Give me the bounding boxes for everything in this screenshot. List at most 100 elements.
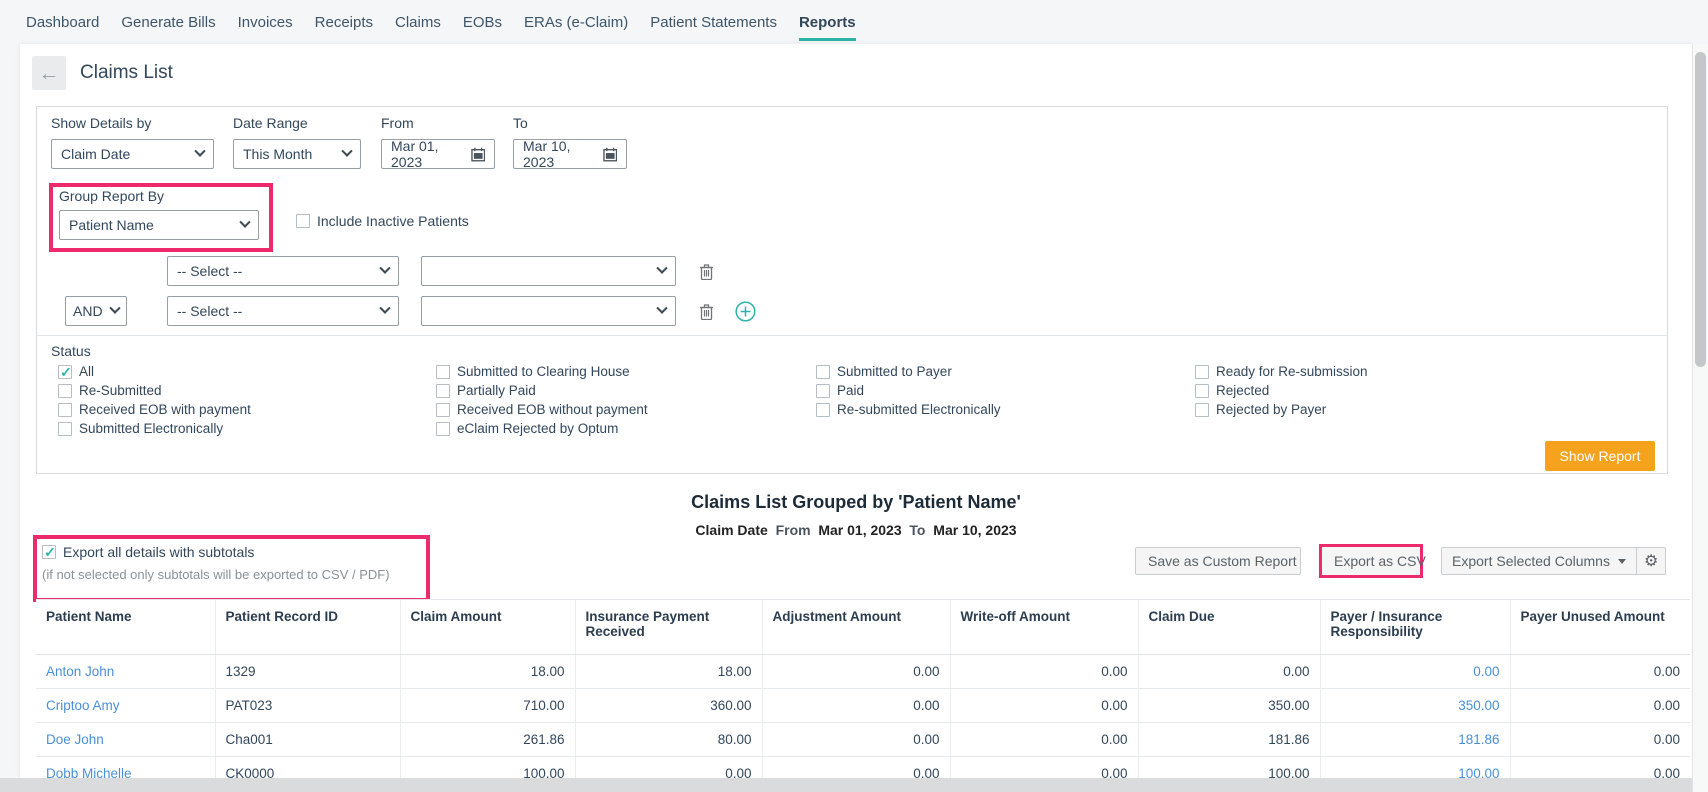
date-to-input[interactable]: Mar 10, 2023 — [513, 139, 627, 169]
caret-down-icon — [1618, 559, 1626, 564]
checkbox-box[interactable] — [816, 384, 830, 398]
status-checkbox-rejected-by-payer[interactable]: Rejected by Payer — [1195, 402, 1368, 417]
condition-1-value-select[interactable] — [421, 256, 676, 286]
checkbox-box[interactable] — [436, 403, 450, 417]
payer-responsibility-link[interactable]: 0.00 — [1320, 655, 1510, 689]
payer-responsibility-link[interactable]: 100.00 — [1320, 757, 1510, 779]
date-from-input[interactable]: Mar 01, 2023 — [381, 139, 495, 169]
col-header-claim-amount[interactable]: Claim Amount — [400, 600, 575, 655]
export-selected-columns-button[interactable]: Export Selected Columns — [1442, 548, 1636, 574]
include-inactive-patients-checkbox[interactable]: Include Inactive Patients — [296, 213, 469, 229]
status-checkbox-submitted-to-clearing-house[interactable]: Submitted to Clearing House — [436, 364, 648, 379]
col-header-write-off-amount[interactable]: Write-off Amount — [950, 600, 1138, 655]
col-header-claim-due[interactable]: Claim Due — [1138, 600, 1320, 655]
checkbox-box[interactable] — [436, 365, 450, 379]
status-checkbox-submitted-to-payer[interactable]: Submitted to Payer — [816, 364, 1001, 379]
include-inactive-patients-label: Include Inactive Patients — [317, 213, 469, 229]
patient-name-link[interactable]: Doe John — [36, 723, 215, 757]
col-header-insurance-payment-received[interactable]: Insurance Payment Received — [575, 600, 762, 655]
table-row: Criptoo Amy PAT023 710.00 360.00 0.00 0.… — [36, 689, 1690, 723]
nav-item-eras[interactable]: ERAs (e-Claim) — [524, 0, 628, 44]
claim-amount-cell: 100.00 — [400, 757, 575, 779]
col-header-patient-name[interactable]: Patient Name — [36, 600, 215, 655]
subtitle-from-value: Mar 01, 2023 — [818, 522, 901, 538]
col-header-patient-record-id[interactable]: Patient Record ID — [215, 600, 400, 655]
filter-divider — [37, 335, 1667, 336]
status-checkbox-received-eob-with-payment[interactable]: Received EOB with payment — [58, 402, 251, 417]
status-column-3: Submitted to Payer Paid Re-submitted Ele… — [816, 364, 1001, 417]
checkbox-box[interactable] — [58, 365, 72, 379]
patient-name-link[interactable]: Criptoo Amy — [36, 689, 215, 723]
checkbox-box[interactable] — [58, 403, 72, 417]
col-header-payer-insurance-responsibility[interactable]: Payer / Insurance Responsibility — [1320, 600, 1510, 655]
status-checkbox-received-eob-without-payment[interactable]: Received EOB without payment — [436, 402, 648, 417]
back-arrow-icon: ← — [39, 63, 60, 84]
nav-item-claims[interactable]: Claims — [395, 0, 441, 44]
nav-item-generate-bills[interactable]: Generate Bills — [121, 0, 215, 44]
subtitle-from-label: From — [776, 522, 811, 538]
nav-item-invoices[interactable]: Invoices — [238, 0, 293, 44]
gear-icon[interactable]: ⚙ — [1637, 551, 1665, 571]
payer-responsibility-link[interactable]: 181.86 — [1320, 723, 1510, 757]
condition-1-delete-button[interactable] — [699, 263, 714, 280]
status-checkbox-partially-paid[interactable]: Partially Paid — [436, 383, 648, 398]
payer-responsibility-link[interactable]: 350.00 — [1320, 689, 1510, 723]
status-checkbox-ready-for-re-submission[interactable]: Ready for Re-submission — [1195, 364, 1368, 379]
claim-due-cell: 181.86 — [1138, 723, 1320, 757]
group-report-by-select[interactable]: Patient Name — [59, 210, 259, 240]
col-header-payer-unused-amount[interactable]: Payer Unused Amount — [1510, 600, 1690, 655]
page-title: Claims List — [80, 62, 173, 84]
subtitle-claim-date-label: Claim Date — [695, 522, 767, 538]
col-header-adjustment-amount[interactable]: Adjustment Amount — [762, 600, 950, 655]
date-range-select[interactable]: This Month — [233, 139, 361, 169]
save-as-custom-report-button[interactable]: Save as Custom Report — [1135, 547, 1301, 575]
condition-2-field-select[interactable]: -- Select -- — [167, 296, 399, 326]
claim-amount-cell: 261.86 — [400, 723, 575, 757]
chevron-down-icon — [341, 146, 352, 157]
checkbox-box[interactable] — [1195, 384, 1209, 398]
nav-item-reports[interactable]: Reports — [799, 0, 856, 44]
show-details-by-select[interactable]: Claim Date — [51, 139, 214, 169]
status-checkbox-re-submitted[interactable]: Re-Submitted — [58, 383, 251, 398]
status-checkbox-rejected[interactable]: Rejected — [1195, 383, 1368, 398]
nav-item-eobs[interactable]: EOBs — [463, 0, 502, 44]
checkbox-box[interactable] — [436, 422, 450, 436]
checkbox-box[interactable] — [58, 422, 72, 436]
show-report-button[interactable]: Show Report — [1545, 441, 1655, 471]
calendar-icon[interactable] — [603, 147, 617, 162]
checkbox-box[interactable] — [1195, 365, 1209, 379]
nav-item-receipts[interactable]: Receipts — [315, 0, 373, 44]
checkbox-box[interactable] — [58, 384, 72, 398]
status-checkbox-submitted-electronically[interactable]: Submitted Electronically — [58, 421, 251, 436]
scrollbar-thumb[interactable] — [1695, 52, 1706, 367]
calendar-icon[interactable] — [471, 147, 485, 162]
checkbox-box[interactable] — [816, 365, 830, 379]
export-as-csv-button[interactable]: Export as CSV — [1322, 547, 1420, 575]
status-column-4: Ready for Re-submission Rejected Rejecte… — [1195, 364, 1368, 417]
status-checkbox-all[interactable]: All — [58, 364, 251, 379]
status-checkbox-paid[interactable]: Paid — [816, 383, 1001, 398]
condition-2-logic-select[interactable]: AND — [65, 296, 127, 326]
nav-item-dashboard[interactable]: Dashboard — [26, 0, 99, 44]
add-condition-button[interactable] — [735, 301, 756, 322]
date-from-label: From — [381, 115, 495, 131]
checkbox-box[interactable] — [296, 214, 310, 228]
condition-1-field-select[interactable]: -- Select -- — [167, 256, 399, 286]
condition-2-value-select[interactable] — [421, 296, 676, 326]
patient-name-link[interactable]: Anton John — [36, 655, 215, 689]
window-bottom-edge — [0, 778, 1708, 792]
insurance-payment-cell: 80.00 — [575, 723, 762, 757]
nav-item-patient-statements[interactable]: Patient Statements — [650, 0, 777, 44]
payer-unused-cell: 0.00 — [1510, 723, 1690, 757]
status-checkbox-re-submitted-electronically[interactable]: Re-submitted Electronically — [816, 402, 1001, 417]
condition-2-delete-button[interactable] — [699, 303, 714, 320]
group-report-by-value: Patient Name — [69, 217, 154, 233]
vertical-scrollbar[interactable] — [1692, 44, 1708, 792]
checkbox-box[interactable] — [1195, 403, 1209, 417]
write-off-amount-cell: 0.00 — [950, 723, 1138, 757]
back-button[interactable]: ← — [32, 56, 66, 90]
checkbox-box[interactable] — [816, 403, 830, 417]
patient-name-link[interactable]: Dobb Michelle — [36, 757, 215, 779]
checkbox-box[interactable] — [436, 384, 450, 398]
status-checkbox-eclaim-rejected-by-optum[interactable]: eClaim Rejected by Optum — [436, 421, 648, 436]
